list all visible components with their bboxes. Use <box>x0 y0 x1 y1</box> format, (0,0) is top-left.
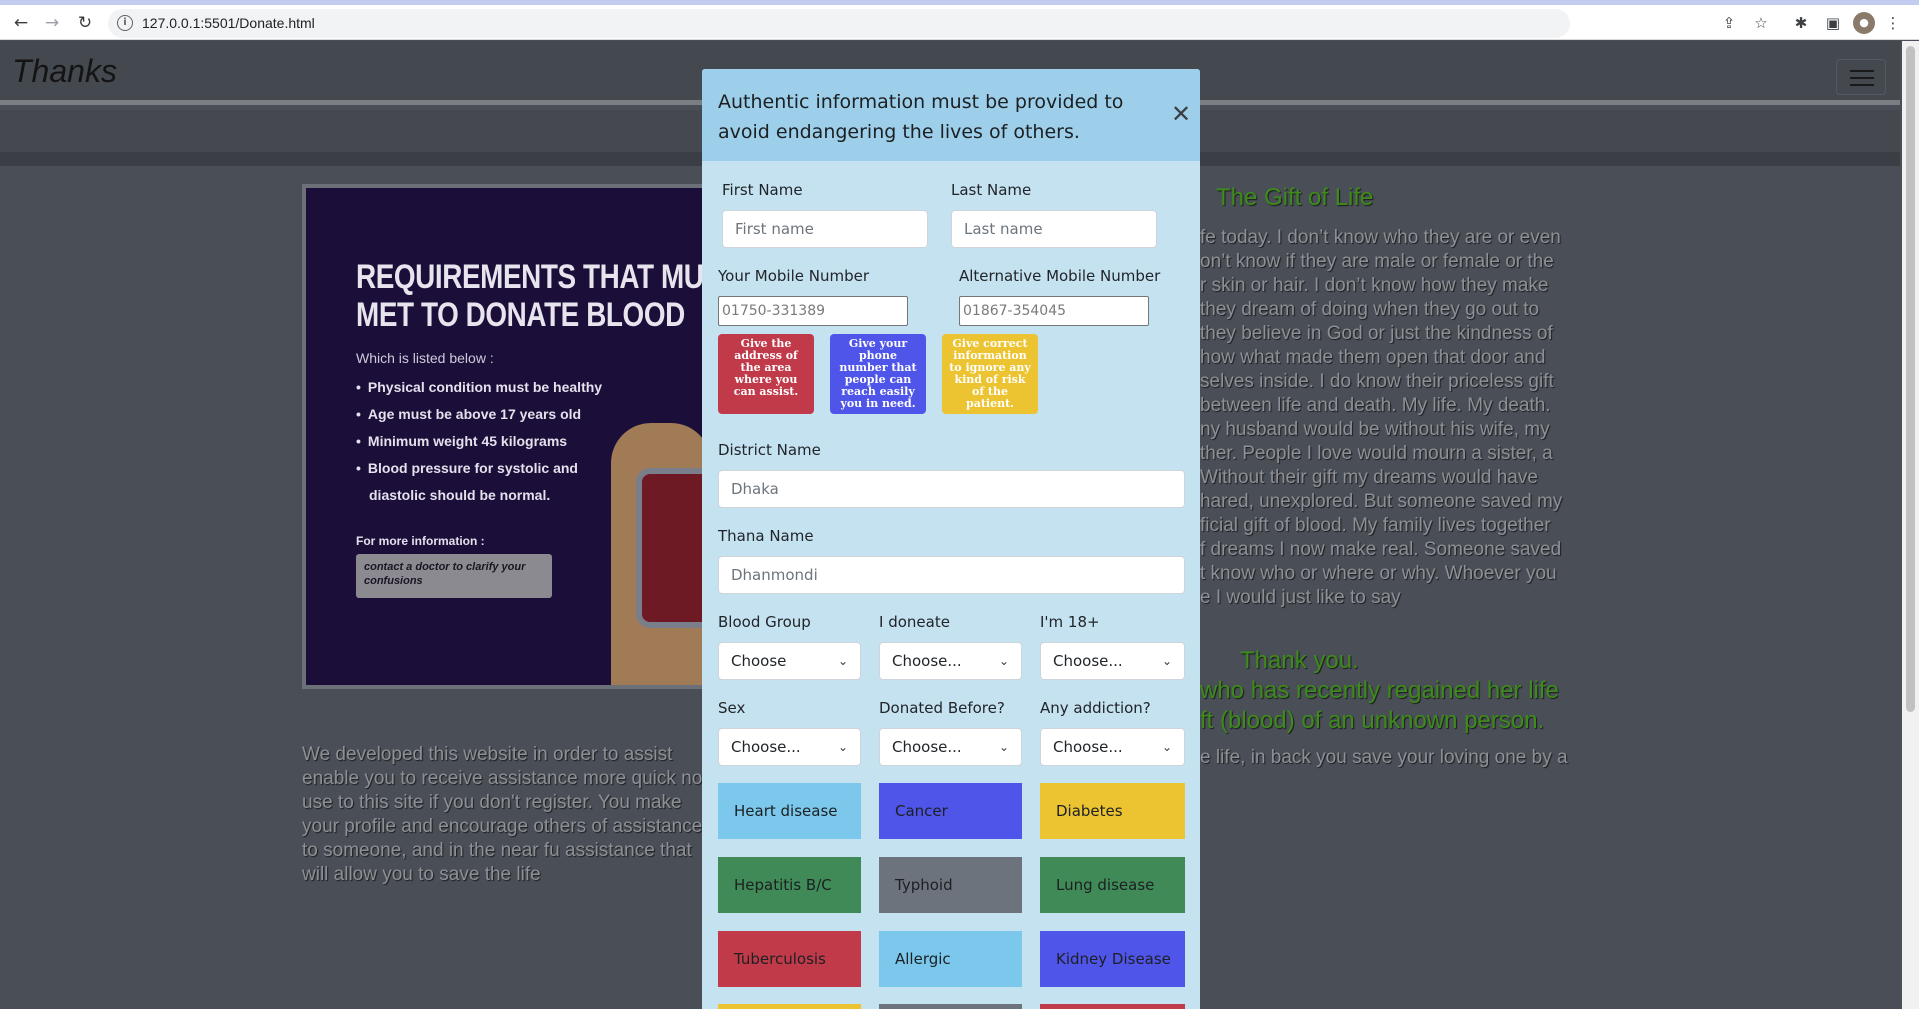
hamburger-line <box>1850 70 1874 72</box>
last-name-input[interactable]: Last name <box>951 210 1157 248</box>
addiction-label: Any addiction? <box>1040 699 1151 717</box>
donate-modal: Authentic information must be provided t… <box>702 69 1200 1009</box>
share-icon[interactable]: ⇪ <box>1718 12 1740 34</box>
first-name-label: First Name <box>722 181 803 199</box>
poster-heading-line: REQUIREMENTS THAT MUST BE <box>356 258 718 296</box>
requirements-poster: REQUIREMENTS THAT MUST BE MET TO DONATE … <box>302 184 722 689</box>
select-value: Choose <box>731 652 787 670</box>
age-label: I'm 18+ <box>1040 613 1100 631</box>
select-value: Choose... <box>892 738 962 756</box>
next-option-edge <box>718 1004 861 1009</box>
chevron-down-icon: ⌄ <box>837 740 848 754</box>
poster-heading-line: MET TO DONATE BLOOD <box>356 296 685 334</box>
disease-option[interactable]: Heart disease <box>718 783 861 839</box>
list-item-continued: diastolic should be normal. <box>369 487 551 503</box>
next-option-edge <box>879 1004 1022 1009</box>
thana-label: Thana Name <box>718 527 814 545</box>
select-value: Choose... <box>1053 652 1123 670</box>
disease-option[interactable]: Diabetes <box>1040 783 1185 839</box>
back-arrow-icon[interactable]: ← <box>8 10 34 36</box>
list-item: Physical condition must be healthy <box>356 374 602 401</box>
next-option-edge <box>1040 1004 1185 1009</box>
poster-heading: REQUIREMENTS THAT MUST BE MET TO DONATE … <box>356 258 718 334</box>
profile-avatar[interactable]: ● <box>1853 12 1875 34</box>
last-name-label: Last Name <box>951 181 1032 199</box>
disease-option[interactable]: Kidney Disease <box>1040 931 1185 987</box>
extensions-puzzle-icon[interactable]: ✱ <box>1790 12 1812 34</box>
scrollbar-thumb[interactable] <box>1906 46 1915 712</box>
list-item: Age must be above 17 years old <box>356 401 602 428</box>
thank-you-subheading: who has recently regained her life ft (b… <box>1200 677 1559 734</box>
first-name-input[interactable]: First name <box>722 210 928 248</box>
district-label: District Name <box>718 441 821 459</box>
poster-subtitle: Which is listed below : <box>356 350 494 366</box>
forward-arrow-icon[interactable]: → <box>39 10 65 36</box>
modal-header: Authentic information must be provided t… <box>702 69 1200 161</box>
site-info-icon[interactable]: i <box>117 15 133 31</box>
phone-tip: Give your phone number that people can r… <box>830 334 926 414</box>
poster-note: contact a doctor to clarify your confusi… <box>356 554 552 598</box>
age-select[interactable]: Choose... ⌄ <box>1040 642 1185 680</box>
about-paragraph: We developed this website in order to as… <box>302 744 703 885</box>
alt-mobile-label: Alternative Mobile Number <box>959 267 1161 285</box>
hamburger-line <box>1850 84 1874 86</box>
page-scrollbar[interactable] <box>1902 41 1919 1009</box>
address-url[interactable]: 127.0.0.1:5501/Donate.html <box>142 15 315 31</box>
disease-option[interactable]: Lung disease <box>1040 857 1185 913</box>
save-life-text: e life, in back you save your loving one… <box>1200 747 1568 768</box>
chevron-down-icon: ⌄ <box>1161 740 1172 754</box>
blood-group-label: Blood Group <box>718 613 811 631</box>
side-panel-icon[interactable]: ▣ <box>1822 12 1844 34</box>
select-value: Choose... <box>892 652 962 670</box>
browser-toolbar: ← → ↻ i 127.0.0.1:5501/Donate.html ⇪ ☆ ✱… <box>0 5 1919 40</box>
sex-select[interactable]: Choose... ⌄ <box>718 728 861 766</box>
chevron-down-icon: ⌄ <box>837 654 848 668</box>
district-input[interactable]: Dhaka <box>718 470 1185 508</box>
list-item: Blood pressure for systolic and <box>356 455 602 482</box>
alt-mobile-input[interactable]: 01867-354045 <box>959 296 1149 326</box>
gift-story-paragraph: fe today. I don’t know who they are or e… <box>1200 227 1563 608</box>
thana-input[interactable]: Dhanmondi <box>718 556 1185 594</box>
address-tip: Give the address of the area where you c… <box>718 334 814 414</box>
disease-option[interactable]: Typhoid <box>879 857 1022 913</box>
chevron-down-icon: ⌄ <box>998 740 1009 754</box>
reload-icon[interactable]: ↻ <box>72 10 98 36</box>
close-icon[interactable]: ✕ <box>1169 102 1193 126</box>
donated-before-select[interactable]: Choose... ⌄ <box>879 728 1022 766</box>
chevron-down-icon: ⌄ <box>1161 654 1172 668</box>
addiction-select[interactable]: Choose... ⌄ <box>1040 728 1185 766</box>
disease-option[interactable]: Cancer <box>879 783 1022 839</box>
select-value: Choose... <box>1053 738 1123 756</box>
mobile-number-label: Your Mobile Number <box>718 267 870 285</box>
thank-you-heading: Thank you. <box>1240 647 1359 674</box>
disease-option[interactable]: Hepatitis B/C <box>718 857 861 913</box>
list-item: Minimum weight 45 kilograms <box>356 428 602 455</box>
donated-before-label: Donated Before? <box>879 699 1005 717</box>
donate-label: I doneate <box>879 613 950 631</box>
correct-info-tip: Give correct information to ignore any k… <box>942 334 1038 414</box>
select-value: Choose... <box>731 738 801 756</box>
poster-requirements-list: Physical condition must be healthy Age m… <box>356 374 602 509</box>
modal-title: Authentic information must be provided t… <box>718 91 1124 143</box>
donate-select[interactable]: Choose... ⌄ <box>879 642 1022 680</box>
poster-more-info: For more information : <box>356 534 485 548</box>
blood-group-select[interactable]: Choose ⌄ <box>718 642 861 680</box>
chevron-down-icon: ⌄ <box>998 654 1009 668</box>
hamburger-line <box>1850 77 1874 79</box>
browser-menu-icon[interactable]: ⋮ <box>1882 12 1904 34</box>
gift-of-life-title: The Gift of Life <box>1216 184 1374 211</box>
site-brand[interactable]: Thanks <box>12 53 117 90</box>
navbar-toggler-button[interactable] <box>1836 59 1886 95</box>
disease-option[interactable]: Tuberculosis <box>718 931 861 987</box>
disease-option[interactable]: Allergic <box>879 931 1022 987</box>
address-bar[interactable]: i 127.0.0.1:5501/Donate.html <box>108 9 1570 38</box>
sex-label: Sex <box>718 699 746 717</box>
mobile-number-input[interactable]: 01750-331389 <box>718 296 908 326</box>
bookmark-star-icon[interactable]: ☆ <box>1750 12 1772 34</box>
